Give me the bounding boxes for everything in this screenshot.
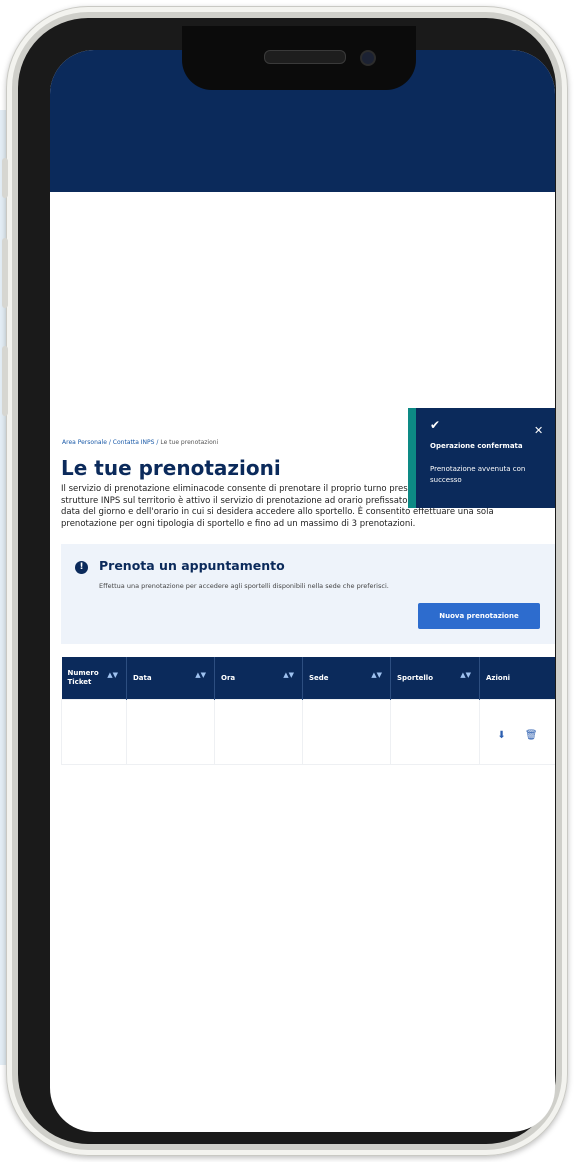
- phone-frame: Area Personale / Contatta INPS / Le tue …: [2, 6, 568, 1156]
- cell-azioni: ⬇ 🗑: [479, 699, 555, 765]
- column-header-sede[interactable]: Sede ▲▼: [302, 657, 391, 700]
- breadcrumb-separator: /: [108, 439, 111, 446]
- trash-icon[interactable]: 🗑: [525, 730, 538, 741]
- table-row: ⬇ 🗑: [61, 699, 555, 765]
- page-title: Le tue prenotazioni: [61, 456, 281, 480]
- appointment-card-title: Prenota un appuntamento: [99, 558, 285, 573]
- column-header-sportello[interactable]: Sportello ▲▼: [390, 657, 480, 700]
- column-label: Data: [133, 673, 152, 682]
- column-header-ora[interactable]: Ora ▲▼: [214, 657, 303, 700]
- column-header-azioni: Azioni: [479, 657, 555, 700]
- column-label: Sede: [309, 673, 329, 682]
- phone-screen: Area Personale / Contatta INPS / Le tue …: [50, 50, 555, 1132]
- cell-sportello: [390, 699, 480, 765]
- check-icon: ✔: [430, 418, 441, 432]
- success-toast: ✔ ✕ Operazione confermata Prenotazione a…: [408, 408, 555, 508]
- sort-icon[interactable]: ▲▼: [460, 672, 471, 679]
- sort-icon[interactable]: ▲▼: [283, 672, 294, 679]
- column-label: Numero Ticket: [67, 669, 99, 686]
- cell-ora: [214, 699, 303, 765]
- download-icon[interactable]: ⬇: [497, 730, 505, 741]
- new-booking-button[interactable]: Nuova prenotazione: [418, 603, 540, 629]
- column-header-numero-ticket[interactable]: Numero Ticket ▲▼: [61, 657, 127, 700]
- toast-title: Operazione confermata: [430, 442, 523, 450]
- front-camera: [360, 50, 376, 66]
- column-label: Azioni: [486, 673, 511, 682]
- breadcrumb-link-contatta-inps[interactable]: Contatta INPS: [113, 439, 155, 446]
- phone-mute-switch: [2, 158, 8, 198]
- column-label: Sportello: [397, 673, 434, 682]
- table-header-row: Numero Ticket ▲▼ Data ▲▼ Ora ▲▼ Sede ▲▼ Spor…: [61, 657, 555, 700]
- cell-sede: [302, 699, 391, 765]
- appointment-card: ! Prenota un appuntamento Effettua una p…: [61, 544, 555, 644]
- toast-accent-stripe: [408, 408, 416, 508]
- cell-data: [126, 699, 215, 765]
- cell-numero-ticket: [61, 699, 127, 765]
- toast-message: Prenotazione avvenuta con successo: [430, 465, 526, 484]
- column-label: Ora: [221, 673, 236, 682]
- column-header-data[interactable]: Data ▲▼: [126, 657, 215, 700]
- bookings-table: Numero Ticket ▲▼ Data ▲▼ Ora ▲▼ Sede ▲▼ Spor…: [61, 657, 555, 765]
- phone-volume-down-button: [2, 346, 8, 416]
- breadcrumb-link-area-personale[interactable]: Area Personale: [62, 439, 107, 446]
- breadcrumb: Area Personale / Contatta INPS / Le tue …: [62, 439, 218, 446]
- breadcrumb-current: Le tue prenotazioni: [160, 439, 219, 446]
- speaker-grille: [264, 50, 346, 64]
- close-icon[interactable]: ✕: [534, 424, 543, 437]
- phone-volume-up-button: [2, 238, 8, 308]
- breadcrumb-separator: /: [156, 439, 159, 446]
- appointment-card-text: Effettua una prenotazione per accedere a…: [99, 582, 389, 590]
- info-icon: !: [75, 561, 88, 574]
- sort-icon[interactable]: ▲▼: [371, 672, 382, 679]
- sort-icon[interactable]: ▲▼: [107, 672, 118, 679]
- phone-notch: [182, 26, 416, 90]
- sort-icon[interactable]: ▲▼: [195, 672, 206, 679]
